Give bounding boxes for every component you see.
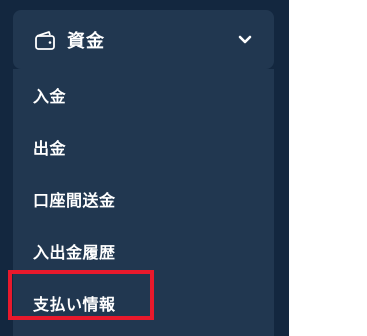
funds-menu-label: 資金 [67, 30, 105, 52]
chevron-down-icon[interactable] [238, 35, 252, 45]
menu-item-withdrawal[interactable]: 出金 [13, 121, 274, 173]
menu-item-payment-info[interactable]: 支払い情報 [13, 277, 274, 329]
sidebar: 資金 入金 出金 口座間送金 入出金履歴 支払い情報 [0, 0, 289, 336]
menu-item-account-transfer[interactable]: 口座間送金 [13, 173, 274, 225]
wallet-icon [33, 29, 57, 51]
funds-menu-toggle[interactable]: 資金 [13, 10, 274, 69]
funds-submenu: 入金 出金 口座間送金 入出金履歴 支払い情報 [13, 69, 274, 336]
menu-item-deposit[interactable]: 入金 [13, 69, 274, 121]
menu-item-transaction-history[interactable]: 入出金履歴 [13, 225, 274, 277]
